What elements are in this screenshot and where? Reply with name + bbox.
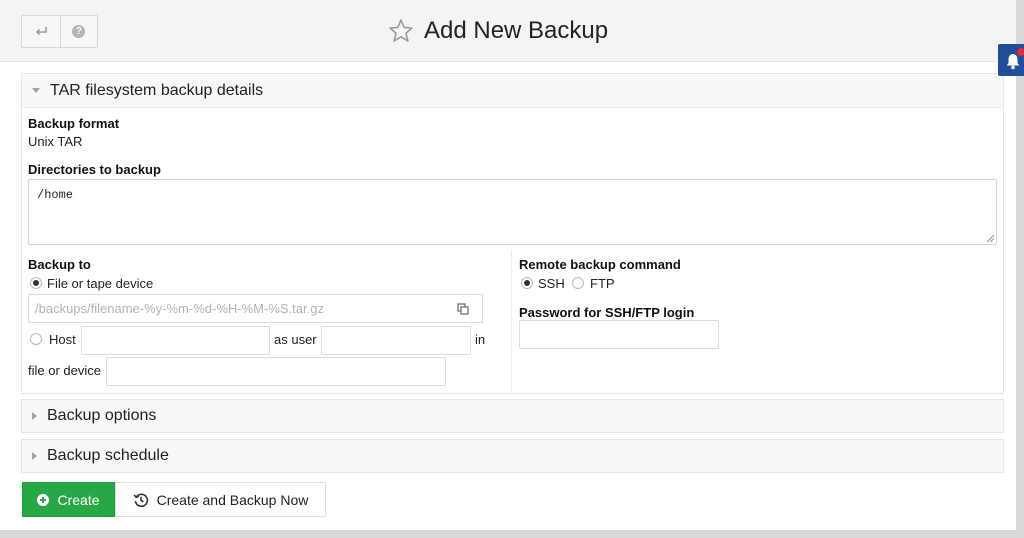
notification-button[interactable] [998,44,1024,76]
ftp-radio[interactable] [572,277,584,289]
notification-dot [1017,48,1024,56]
create-and-backup-now-button[interactable]: Create and Backup Now [115,482,326,517]
file-device-radio[interactable] [30,277,42,289]
backup-to-label: Backup to [28,257,91,272]
file-path-input[interactable]: /backups/filename-%y-%m-%d-%H-%M-%S.tar.… [28,294,444,323]
file-path-placeholder: /backups/filename-%y-%m-%d-%H-%M-%S.tar.… [35,301,324,316]
column-divider [511,250,512,393]
help-button[interactable]: ? [59,16,98,47]
history-icon [133,492,148,507]
tar-details-header[interactable]: TAR filesystem backup details [22,74,1003,108]
backup-format-label: Backup format [28,116,120,131]
caret-right-icon [32,412,37,420]
remote-command-label: Remote backup command [519,257,681,272]
title-area: Add New Backup [388,14,608,48]
as-user-label: as user [274,332,317,347]
backup-format-value: Unix TAR [28,134,83,149]
page-header: ? Add New Backup [0,0,1016,62]
create-button[interactable]: Create [22,482,115,517]
host-radio-label: Host [49,332,76,347]
backup-window: ? Add New Backup TAR filesystem backup d… [0,0,1016,530]
directories-label: Directories to backup [28,162,161,177]
resize-grip-icon[interactable] [987,235,994,242]
in-label: in [475,332,486,347]
file-chooser-button[interactable] [443,294,483,323]
tar-details-panel: TAR filesystem backup details Backup for… [21,73,1004,394]
caret-down-icon [32,88,40,93]
password-label: Password for SSH/FTP login [519,305,695,320]
return-button[interactable] [22,16,60,47]
file-device-radio-label: File or tape device [47,276,154,291]
page-title: Add New Backup [424,17,609,44]
host-input[interactable] [81,326,270,355]
backup-schedule-title: Backup schedule [47,447,169,464]
file-or-device-label: file or device [28,363,101,378]
backup-options-section[interactable]: Backup options [21,399,1004,433]
user-input[interactable] [321,326,471,355]
file-chooser-icon [456,302,469,315]
host-radio[interactable] [30,333,42,345]
create-button-label: Create [57,491,100,508]
ssh-radio-label: SSH [538,276,565,291]
return-arrow-icon [35,26,47,35]
directories-value: /home [37,188,74,202]
caret-right-icon [32,452,37,460]
star-icon[interactable] [388,18,414,44]
tar-details-title: TAR filesystem backup details [50,81,264,99]
file-or-device-input[interactable] [106,357,446,386]
backup-options-title: Backup options [47,407,157,424]
ftp-radio-label: FTP [590,276,615,291]
password-input[interactable] [519,320,719,349]
header-button-group: ? [21,15,98,48]
ssh-radio[interactable] [521,277,533,289]
help-icon: ? [72,25,86,38]
create-and-backup-now-label: Create and Backup Now [156,491,309,508]
directories-textarea[interactable]: /home [28,179,997,245]
plus-circle-icon [37,493,50,506]
backup-schedule-section[interactable]: Backup schedule [21,439,1004,473]
